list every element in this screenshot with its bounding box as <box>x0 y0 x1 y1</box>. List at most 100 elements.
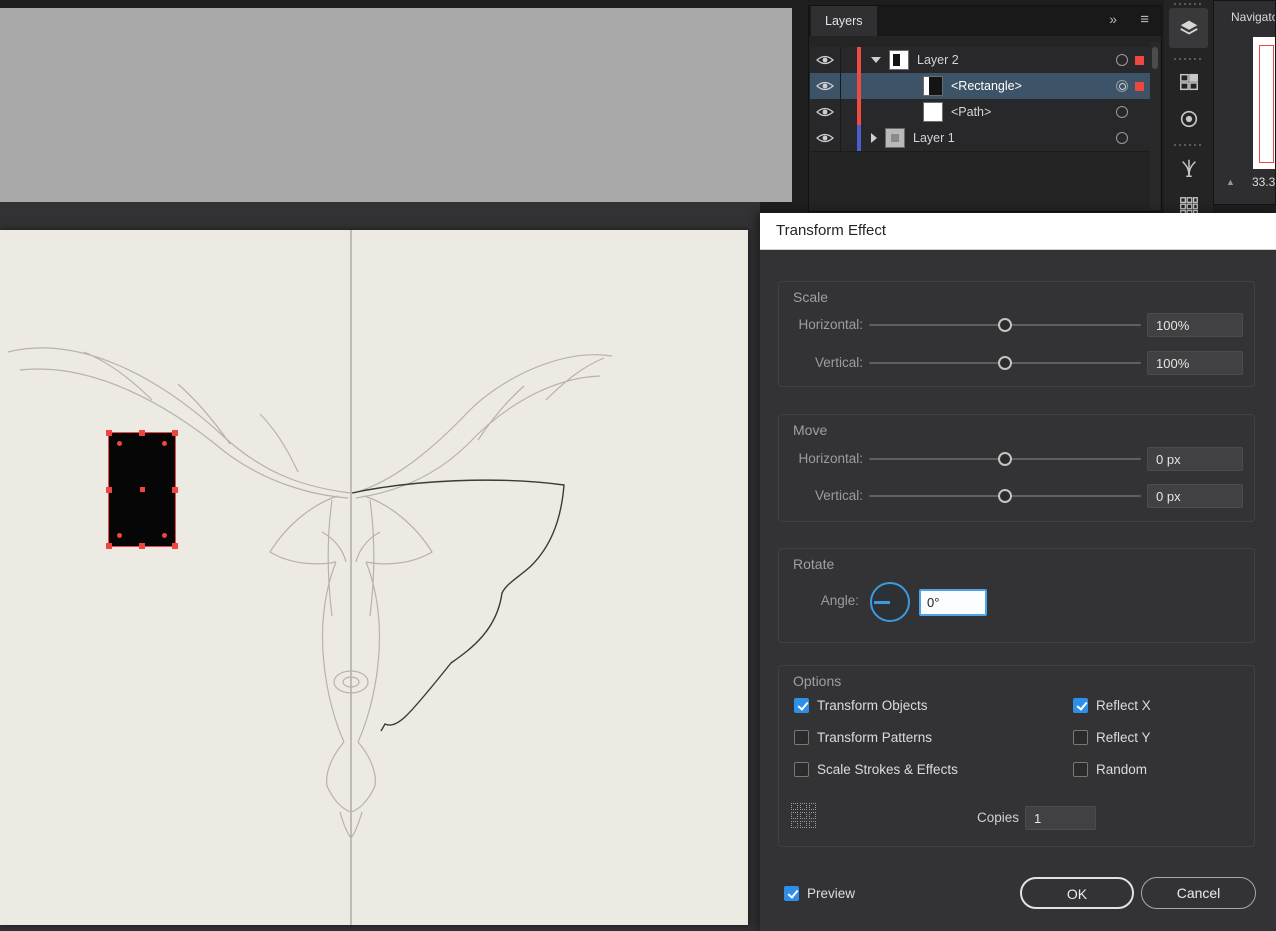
handle-right-mid[interactable] <box>172 486 178 493</box>
navigator-zoom-value[interactable]: 33.3 <box>1252 175 1275 189</box>
slider-thumb[interactable] <box>998 356 1012 370</box>
scrollbar-thumb[interactable] <box>1152 47 1158 69</box>
scale-strokes-checkbox[interactable] <box>794 761 809 777</box>
traced-path[interactable] <box>351 479 565 732</box>
layer-row-rectangle[interactable]: <Rectangle> <box>810 73 1150 100</box>
handle-bottom-mid[interactable] <box>139 543 145 549</box>
angle-dial[interactable] <box>870 582 910 622</box>
transform-objects-option[interactable]: Transform Objects <box>794 697 928 713</box>
slider-thumb[interactable] <box>998 318 1012 332</box>
reflect-y-option[interactable]: Reflect Y <box>1073 729 1151 745</box>
center-point[interactable] <box>139 487 145 492</box>
row-gap <box>841 47 857 73</box>
selection-indicator-empty <box>1135 134 1144 143</box>
drag-dots[interactable] <box>1174 3 1203 5</box>
handle-top-left[interactable] <box>106 430 112 436</box>
reflect-x-option[interactable]: Reflect X <box>1073 697 1151 713</box>
corner-widget-bottom-left[interactable] <box>117 533 122 538</box>
handle-bottom-right[interactable] <box>172 543 178 549</box>
slider-thumb[interactable] <box>998 489 1012 503</box>
dial-pointer[interactable] <box>874 601 890 604</box>
navigator-view-box[interactable] <box>1259 45 1274 163</box>
visibility-toggle[interactable] <box>810 99 841 125</box>
move-vertical-input[interactable] <box>1147 484 1243 508</box>
layers-panel: Layers » ≡ Layer 2 <Rectangle> <Path> La… <box>808 5 1162 212</box>
target-circle-icon[interactable] <box>1116 106 1128 118</box>
copies-input[interactable] <box>1025 806 1096 830</box>
scale-vertical-slider[interactable] <box>869 351 1141 375</box>
transform-patterns-checkbox[interactable] <box>794 729 809 745</box>
selected-rectangle[interactable] <box>106 430 178 549</box>
drag-dots[interactable] <box>1174 58 1203 60</box>
reflect-y-checkbox[interactable] <box>1073 729 1088 745</box>
chevron-down-icon[interactable] <box>871 57 881 63</box>
layers-tab-bar: Layers » ≡ <box>809 6 1161 36</box>
brushes-panel-icon[interactable] <box>1169 150 1208 186</box>
zoom-out-icon[interactable]: ▲ <box>1226 177 1235 187</box>
visibility-toggle[interactable] <box>810 73 841 99</box>
target-double-circle-icon[interactable] <box>1116 80 1128 92</box>
layer-thumbnail[interactable] <box>885 128 905 148</box>
layer-row-path[interactable]: <Path> <box>810 99 1150 126</box>
transform-objects-checkbox[interactable] <box>794 697 809 713</box>
dialog-title: Transform Effect <box>776 222 887 239</box>
object-name[interactable]: <Rectangle> <box>951 79 1022 93</box>
selection-indicator[interactable] <box>1135 55 1144 65</box>
angle-input[interactable] <box>919 589 987 616</box>
navigator-panel: Navigator ▲ 33.3 <box>1213 0 1276 205</box>
transform-patterns-label: Transform Patterns <box>817 729 933 745</box>
corner-widget-bottom-right[interactable] <box>162 533 167 538</box>
selection-indicator[interactable] <box>1135 81 1144 91</box>
layer-row-layer2[interactable]: Layer 2 <box>810 47 1150 74</box>
drag-dots[interactable] <box>1174 144 1203 146</box>
collapse-panel-icon[interactable]: » <box>1109 11 1117 27</box>
ok-button[interactable]: OK <box>1020 877 1134 909</box>
reflect-x-checkbox[interactable] <box>1073 697 1088 713</box>
scale-strokes-option[interactable]: Scale Strokes & Effects <box>794 761 958 777</box>
dialog-title-bar[interactable]: Transform Effect <box>760 213 1276 250</box>
random-option[interactable]: Random <box>1073 761 1147 777</box>
layer-name[interactable]: Layer 1 <box>913 131 955 145</box>
move-horizontal-slider[interactable] <box>869 447 1141 471</box>
layer-row-layer1[interactable]: Layer 1 <box>810 125 1150 152</box>
reference-point-grid[interactable] <box>791 803 818 830</box>
navigator-preview[interactable] <box>1253 37 1275 169</box>
scale-group: Scale Horizontal: Vertical: <box>778 281 1255 387</box>
color-panel-icon[interactable] <box>1169 102 1208 136</box>
slider-thumb[interactable] <box>998 452 1012 466</box>
layers-scrollbar[interactable] <box>1150 42 1160 210</box>
target-circle-icon[interactable] <box>1116 132 1128 144</box>
move-horizontal-input[interactable] <box>1147 447 1243 471</box>
handle-left-mid[interactable] <box>106 486 112 493</box>
visibility-toggle[interactable] <box>810 125 841 151</box>
scale-vertical-input[interactable] <box>1147 351 1243 375</box>
handle-bottom-left[interactable] <box>106 543 112 549</box>
corner-widget-top-left[interactable] <box>117 441 122 446</box>
corner-widget-top-right[interactable] <box>162 441 167 446</box>
scale-horizontal-input[interactable] <box>1147 313 1243 337</box>
visibility-toggle[interactable] <box>810 47 841 73</box>
object-name[interactable]: <Path> <box>951 105 991 119</box>
random-checkbox[interactable] <box>1073 761 1088 777</box>
tab-layers[interactable]: Layers <box>811 6 877 36</box>
layers-panel-icon[interactable] <box>1169 8 1208 48</box>
cancel-button[interactable]: Cancel <box>1141 877 1256 909</box>
artboards-panel-icon[interactable] <box>1169 64 1208 100</box>
target-circle-icon[interactable] <box>1116 54 1128 66</box>
preview-option[interactable]: Preview <box>784 878 855 908</box>
handle-top-mid[interactable] <box>139 430 145 436</box>
artboard-canvas[interactable] <box>0 230 748 925</box>
scale-horizontal-slider[interactable] <box>869 313 1141 337</box>
layer-thumbnail[interactable] <box>889 50 909 70</box>
transform-patterns-option[interactable]: Transform Patterns <box>794 729 932 745</box>
chevron-right-icon[interactable] <box>871 133 877 143</box>
layer-color-bar <box>857 125 861 151</box>
panel-menu-icon[interactable]: ≡ <box>1140 11 1149 28</box>
artwork-sketch <box>7 230 613 925</box>
layer-name[interactable]: Layer 2 <box>917 53 959 67</box>
object-thumbnail[interactable] <box>923 102 943 122</box>
object-thumbnail[interactable] <box>923 76 943 96</box>
preview-checkbox[interactable] <box>784 885 799 901</box>
move-vertical-slider[interactable] <box>869 484 1141 508</box>
handle-top-right[interactable] <box>172 430 178 436</box>
